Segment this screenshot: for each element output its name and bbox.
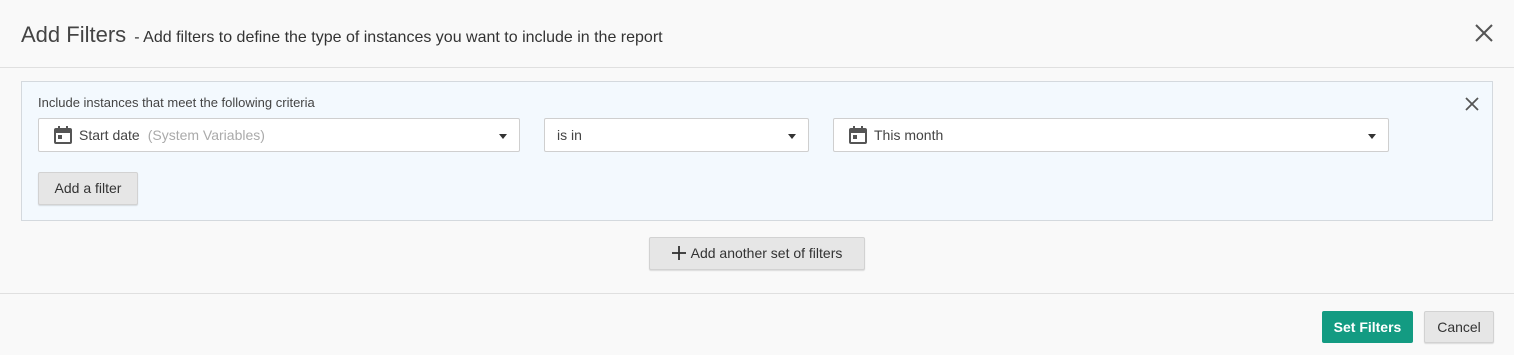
cancel-button[interactable]: Cancel [1424,311,1494,343]
criteria-label: Include instances that meet the followin… [38,95,315,110]
modal-subtitle: - Add filters to define the type of inst… [134,29,663,46]
add-filter-button[interactable]: Add a filter [38,172,138,205]
set-filters-button[interactable]: Set Filters [1322,311,1413,343]
plus-icon [671,245,686,260]
calendar-icon [54,126,72,144]
value-select[interactable]: This month [833,118,1389,152]
add-filter-set-label: Add another set of filters [690,245,843,261]
remove-filter-set-icon[interactable] [1464,96,1480,112]
value-select-value: This month [874,127,944,143]
filter-set-panel: Include instances that meet the followin… [21,81,1493,221]
calendar-icon [849,126,867,144]
operator-select-value: is in [557,127,582,143]
close-icon[interactable] [1473,22,1495,44]
chevron-down-icon [1368,134,1376,139]
modal-header: Add Filters - Add filters to define the … [0,0,1514,68]
modal-title: Add Filters - Add filters to define the … [21,22,663,48]
modal-title-text: Add Filters [21,22,127,47]
modal-footer: Set Filters Cancel [0,293,1514,355]
operator-select[interactable]: is in [544,118,809,152]
chevron-down-icon [499,134,507,139]
field-select[interactable]: Start date (System Variables) [38,118,520,152]
add-filter-set-button[interactable]: Add another set of filters [649,237,865,270]
chevron-down-icon [788,134,796,139]
field-select-value: Start date [79,127,140,143]
field-select-hint: (System Variables) [147,127,265,143]
